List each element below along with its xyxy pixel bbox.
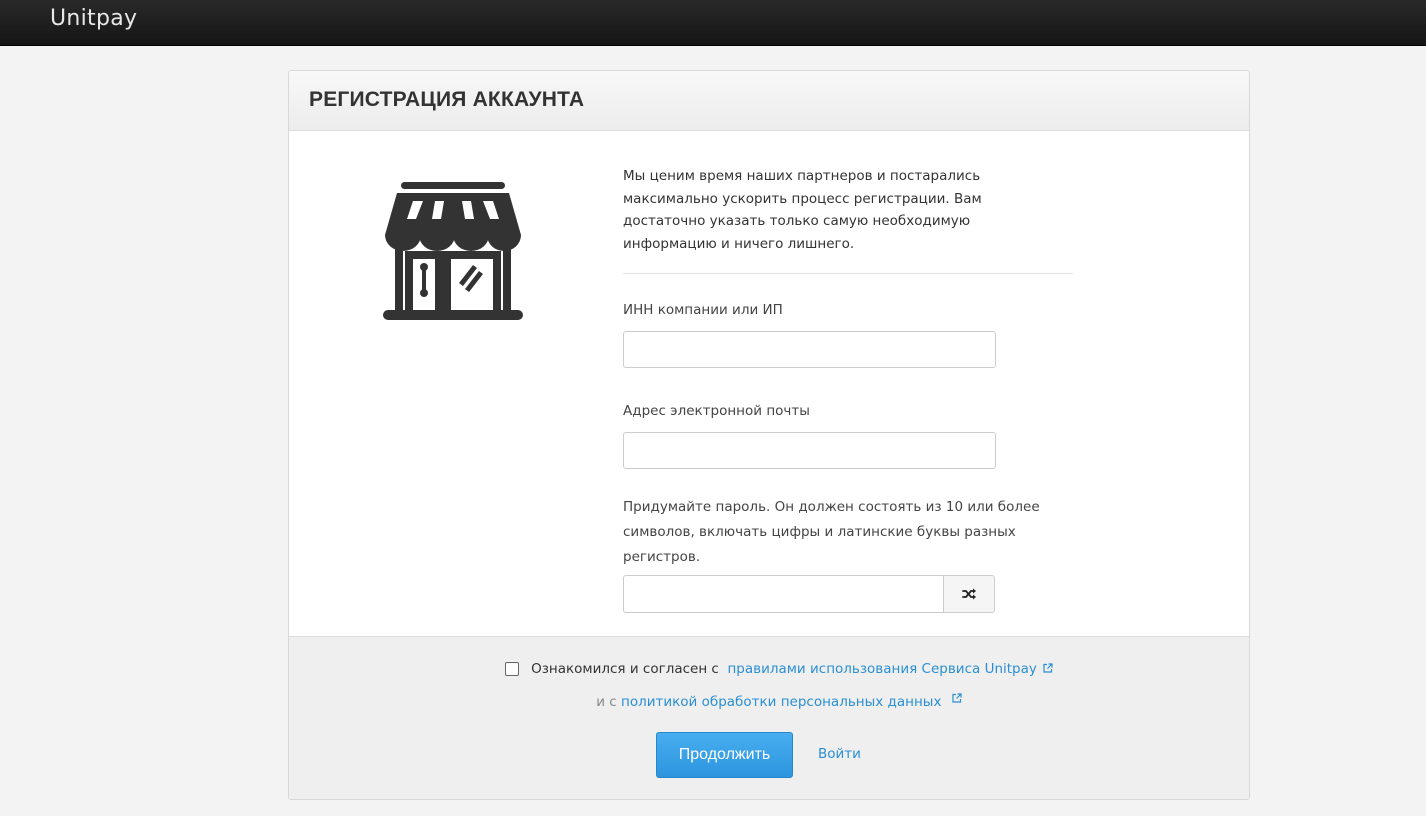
intro-text: Мы ценим время наших партнеров и постара… <box>623 168 982 252</box>
password-group <box>623 575 995 613</box>
inn-input[interactable] <box>623 331 996 368</box>
email-label: Адрес электронной почты <box>623 403 810 419</box>
divider <box>623 273 1073 274</box>
rules-link[interactable]: правилами использования Сервиса Unitpay <box>727 661 1036 677</box>
agree-checkbox[interactable] <box>505 662 520 676</box>
inn-label: ИНН компании или ИП <box>623 302 783 318</box>
email-input[interactable] <box>623 432 996 469</box>
external-link-icon <box>952 691 962 707</box>
panel-footer: Ознакомился и согласен с правилами испол… <box>289 636 1249 799</box>
registration-panel: РЕГИСТРАЦИЯ АККАУНТА Мы ценим время наши… <box>288 70 1250 800</box>
store-icon <box>383 179 523 325</box>
registration-form: Мы ценим время наших партнеров и постара… <box>623 165 1073 613</box>
continue-button[interactable]: Продолжить <box>656 732 793 778</box>
shuffle-icon <box>962 585 976 604</box>
login-link[interactable]: Войти <box>818 746 861 762</box>
unitpay-logo[interactable]: Unitpay <box>50 6 137 31</box>
password-input[interactable] <box>623 575 943 613</box>
page-title: РЕГИСТРАЦИЯ АККАУНТА <box>309 88 585 111</box>
and-with-text: и с <box>596 694 617 710</box>
agreement-row: Ознакомился и согласен с правилами испол… <box>469 661 1089 677</box>
external-link-icon <box>1043 661 1053 677</box>
top-navbar: Unitpay <box>0 0 1426 46</box>
password-label: Придумайте пароль. Он должен состоять из… <box>623 499 1040 565</box>
privacy-link[interactable]: политикой обработки персональных данных <box>621 694 941 710</box>
agreement-row-2: и с политикой обработки персональных дан… <box>469 691 1089 710</box>
panel-header: РЕГИСТРАЦИЯ АККАУНТА <box>289 71 1249 131</box>
generate-password-button[interactable] <box>943 575 995 613</box>
agree-prefix-text: Ознакомился и согласен с <box>531 661 719 677</box>
